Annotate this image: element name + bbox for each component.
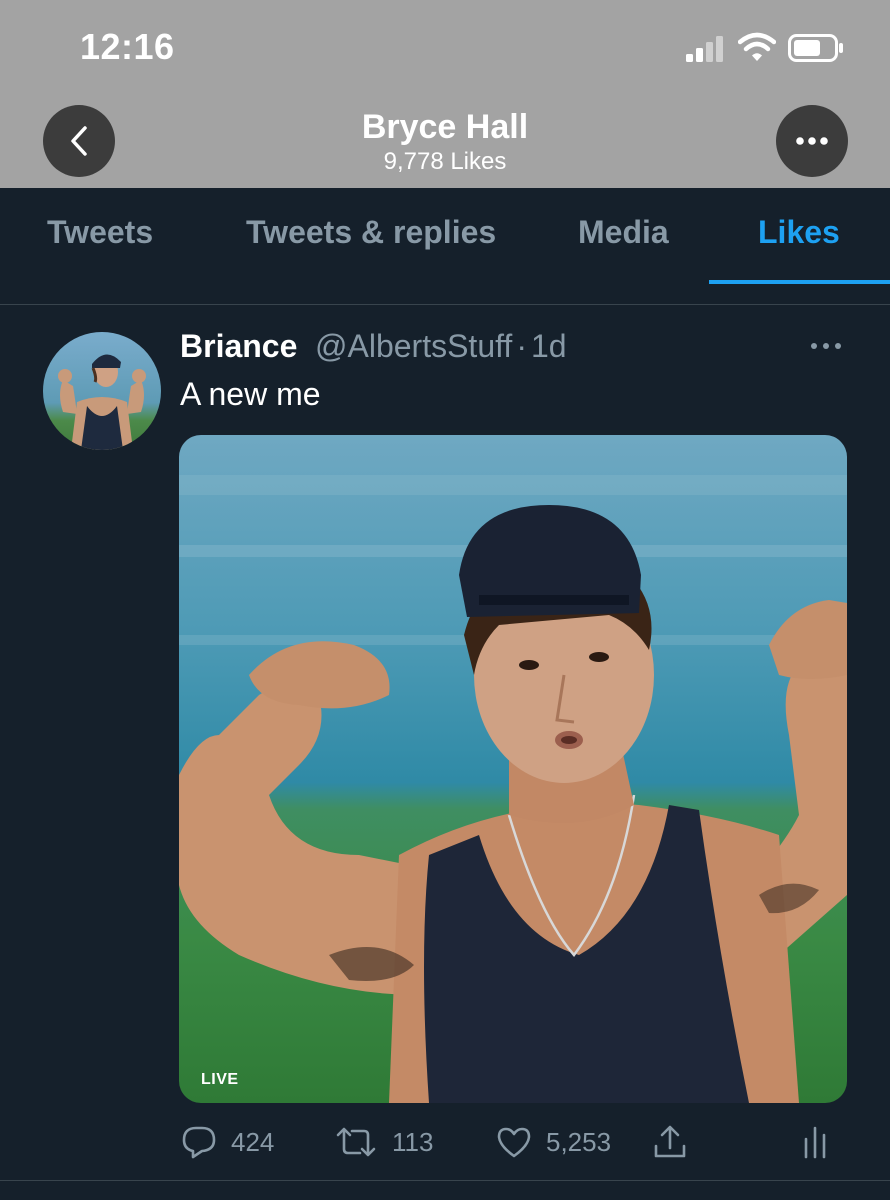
avatar-image [43, 332, 161, 450]
share-button[interactable] [653, 1124, 687, 1160]
active-tab-indicator [709, 280, 890, 284]
retweet-icon [336, 1127, 376, 1157]
tweet-timestamp: 1d [530, 328, 567, 364]
time-separator: · [516, 328, 527, 364]
profile-header: Bryce Hall 9,778 Likes [0, 100, 890, 188]
more-icon [796, 137, 828, 145]
divider [0, 304, 890, 305]
retweet-button[interactable]: 113 [334, 1124, 433, 1160]
tweet-more-icon[interactable] [808, 336, 844, 356]
likes-count-subtitle: 9,778 Likes [383, 148, 507, 175]
profile-tabs: Tweets Tweets & replies Media Likes [0, 188, 890, 284]
avatar[interactable] [43, 332, 161, 450]
tweet-author-handle[interactable]: @AlbertsStuff [315, 328, 512, 364]
battery-icon [788, 34, 843, 62]
wifi-icon [738, 32, 776, 61]
status-time: 12:16 [80, 26, 175, 67]
more-options-button[interactable] [776, 105, 848, 177]
like-icon [497, 1127, 531, 1158]
analytics-icon [804, 1126, 826, 1159]
divider [0, 1180, 890, 1181]
retweet-count: 113 [392, 1126, 434, 1157]
tweet-text: A new me [180, 376, 321, 412]
reply-icon [182, 1126, 216, 1159]
photo-illustration [179, 435, 847, 1103]
reply-button[interactable]: 424 [181, 1124, 274, 1160]
tweet-author-name[interactable]: Briance [180, 328, 297, 365]
tab-media[interactable]: Media [578, 214, 669, 251]
reply-count: 424 [231, 1126, 275, 1157]
tab-tweets-and-replies[interactable]: Tweets & replies [246, 214, 496, 251]
tweet-author-meta[interactable]: @AlbertsStuff · 1d [315, 328, 567, 365]
cellular-signal-icon [686, 36, 723, 62]
media-live-badge: LIVE [201, 1071, 239, 1088]
profile-name-title: Bryce Hall [361, 108, 529, 146]
like-button[interactable]: 5,253 [496, 1124, 611, 1160]
like-count: 5,253 [546, 1126, 612, 1157]
tweet-media-photo[interactable]: LIVE [179, 435, 847, 1103]
share-icon [654, 1125, 686, 1158]
analytics-button[interactable] [803, 1124, 827, 1160]
status-bar: 12:16 [0, 0, 890, 100]
tab-tweets[interactable]: Tweets [47, 214, 153, 251]
tab-likes[interactable]: Likes [758, 214, 840, 251]
